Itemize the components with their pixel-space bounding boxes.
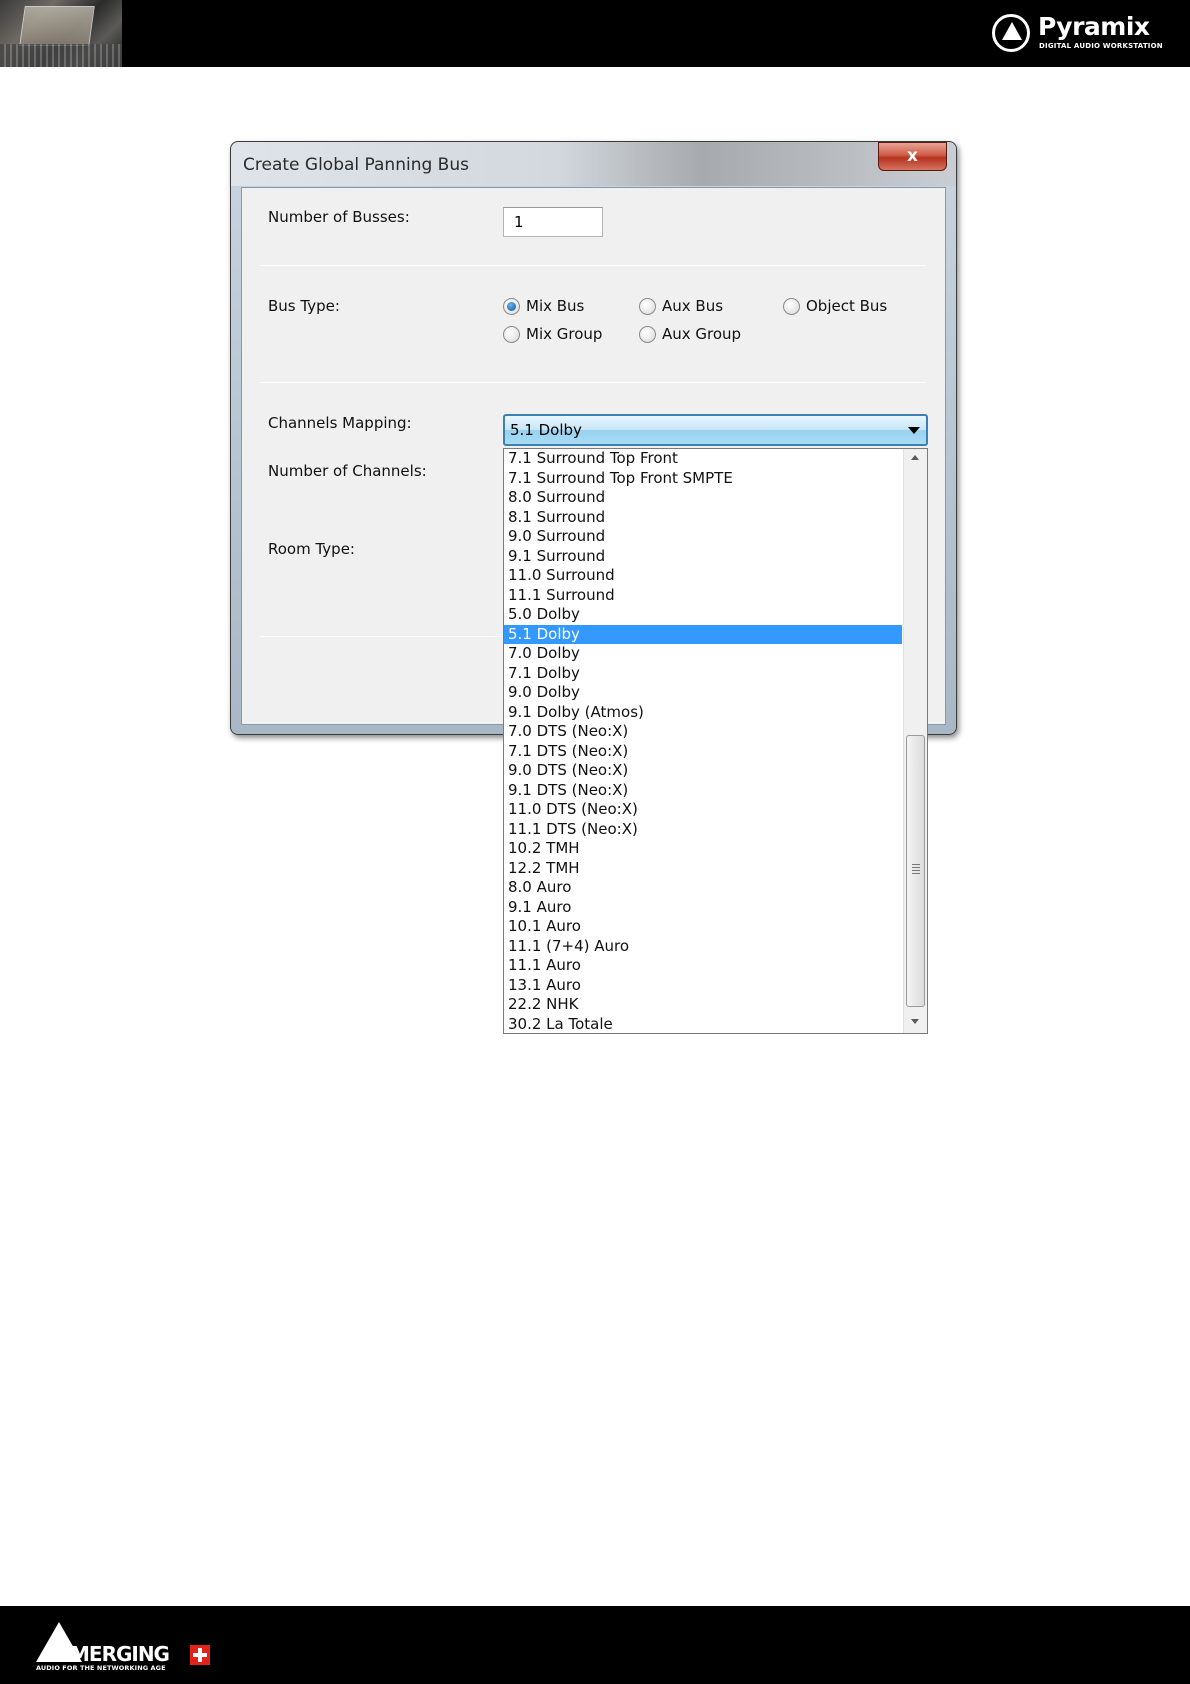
vertical-scrollbar[interactable]	[903, 449, 927, 1033]
list-item[interactable]: 11.1 Surround	[504, 586, 902, 606]
arrow-up-icon	[911, 455, 919, 460]
channels-mapping-label: Channels Mapping:	[268, 414, 412, 432]
list-item[interactable]: 9.0 Surround	[504, 527, 902, 547]
dialog-title: Create Global Panning Bus	[243, 155, 469, 175]
footer-brand-name: MERGING	[70, 1642, 170, 1666]
separator	[260, 265, 926, 266]
radio-label: Aux Group	[662, 325, 742, 343]
footer-banner: MERGING AUDIO FOR THE NETWORKING AGE	[0, 1606, 1190, 1684]
channels-mapping-value: 5.1 Dolby	[510, 421, 582, 439]
separator	[260, 636, 504, 637]
scroll-up-button[interactable]	[904, 449, 927, 467]
merging-logo: MERGING AUDIO FOR THE NETWORKING AGE	[36, 1622, 226, 1672]
close-icon: x	[907, 146, 918, 166]
radio-icon	[503, 325, 520, 343]
channels-mapping-list[interactable]: 7.1 Surround Top Front 7.1 Surround Top F…	[503, 448, 928, 1034]
number-of-channels-label: Number of Channels:	[268, 462, 427, 480]
swiss-cross-icon	[190, 1645, 210, 1665]
arrow-down-icon	[911, 1019, 919, 1024]
list-item[interactable]: 8.1 Surround	[504, 508, 902, 528]
room-type-label: Room Type:	[268, 540, 355, 558]
bus-type-label: Bus Type:	[268, 297, 340, 315]
radio-icon	[639, 297, 656, 315]
busses-input[interactable]: 1	[503, 207, 603, 237]
list-item[interactable]: 9.1 Auro	[504, 898, 902, 918]
radio-icon	[783, 297, 800, 315]
radio-mix-bus[interactable]: Mix Bus	[503, 297, 584, 315]
radio-icon	[639, 325, 656, 343]
list-item[interactable]: 9.1 Dolby (Atmos)	[504, 703, 902, 723]
list-item[interactable]: 11.1 DTS (Neo:X)	[504, 820, 902, 840]
list-item[interactable]: 12.2 TMH	[504, 859, 902, 879]
scrollbar-thumb[interactable]	[906, 735, 925, 1007]
list-item[interactable]: 7.0 Dolby	[504, 644, 902, 664]
list-item[interactable]: 7.1 Surround Top Front SMPTE	[504, 469, 902, 489]
radio-label: Mix Group	[526, 325, 603, 343]
list-item[interactable]: 30.2 La Totale	[504, 1015, 902, 1034]
list-item[interactable]: 9.0 Dolby	[504, 683, 902, 703]
separator	[260, 382, 926, 383]
list-item[interactable]: 10.2 TMH	[504, 839, 902, 859]
list-item[interactable]: 7.1 Surround Top Front	[504, 449, 902, 469]
radio-label: Object Bus	[806, 297, 888, 315]
pyramix-logo: Pyramix DIGITAL AUDIO WORKSTATION	[992, 10, 1172, 56]
list-item[interactable]: 9.1 Surround	[504, 547, 902, 567]
list-item[interactable]: 9.0 DTS (Neo:X)	[504, 761, 902, 781]
brand-name: Pyramix	[1038, 12, 1150, 41]
list-item[interactable]: 11.1 Auro	[504, 956, 902, 976]
list-item[interactable]: 7.0 DTS (Neo:X)	[504, 722, 902, 742]
radio-aux-bus[interactable]: Aux Bus	[639, 297, 723, 315]
list-item[interactable]: 11.0 Surround	[504, 566, 902, 586]
radio-checked-icon	[503, 297, 520, 315]
list-item[interactable]: 10.1 Auro	[504, 917, 902, 937]
radio-object-bus[interactable]: Object Bus	[783, 297, 887, 315]
scroll-down-button[interactable]	[904, 1013, 927, 1031]
close-button[interactable]: x	[878, 142, 947, 171]
list-item[interactable]: 8.0 Surround	[504, 488, 902, 508]
brand-tagline: DIGITAL AUDIO WORKSTATION	[1039, 42, 1163, 50]
list-item[interactable]: 11.1 (7+4) Auro	[504, 937, 902, 957]
list-item[interactable]: 8.0 Auro	[504, 878, 902, 898]
list-item[interactable]: 9.1 DTS (Neo:X)	[504, 781, 902, 801]
list-item[interactable]: 5.0 Dolby	[504, 605, 902, 625]
list-item[interactable]: 22.2 NHK	[504, 995, 902, 1015]
footer-tagline: AUDIO FOR THE NETWORKING AGE	[36, 1664, 166, 1672]
pyramix-logo-icon	[992, 14, 1030, 52]
top-banner: Pyramix DIGITAL AUDIO WORKSTATION	[0, 0, 1190, 67]
list-item[interactable]: 7.1 DTS (Neo:X)	[504, 742, 902, 762]
radio-label: Mix Bus	[526, 297, 585, 315]
radio-mix-group[interactable]: Mix Group	[503, 325, 602, 343]
options-list[interactable]: 7.1 Surround Top Front 7.1 Surround Top F…	[504, 449, 902, 1033]
list-item[interactable]: 5.1 Dolby	[504, 624, 902, 644]
radio-label: Aux Bus	[662, 297, 724, 315]
list-item[interactable]: 13.1 Auro	[504, 976, 902, 996]
studio-photo	[0, 0, 122, 67]
radio-aux-group[interactable]: Aux Group	[639, 325, 741, 343]
busses-label: Number of Busses:	[268, 208, 410, 226]
grip-icon	[912, 864, 920, 874]
list-item[interactable]: 7.1 Dolby	[504, 664, 902, 684]
chevron-down-icon	[908, 427, 920, 434]
channels-mapping-dropdown[interactable]: 5.1 Dolby	[503, 414, 928, 446]
dialog-titlebar[interactable]: Create Global Panning Bus x	[231, 142, 956, 186]
list-item[interactable]: 11.0 DTS (Neo:X)	[504, 800, 902, 820]
